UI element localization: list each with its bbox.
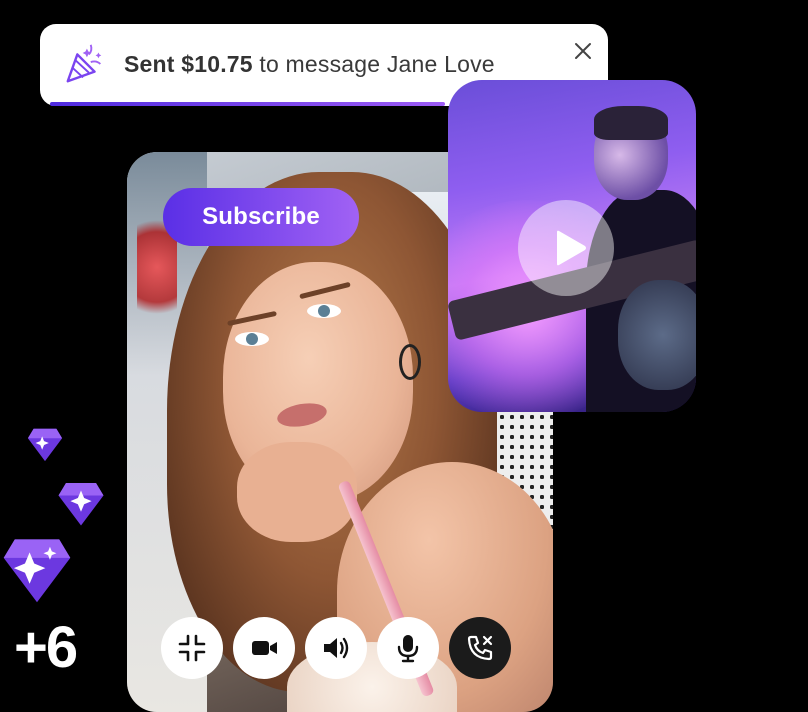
video-preview[interactable] [448, 80, 696, 412]
minimize-button[interactable] [161, 617, 223, 679]
play-button[interactable] [518, 200, 614, 296]
photo-hand [237, 442, 357, 542]
subscribe-button[interactable]: Subscribe [163, 188, 359, 246]
notification-amount: Sent $10.75 [124, 51, 253, 77]
phone-hangup-icon [467, 635, 493, 661]
play-icon [557, 230, 586, 266]
minimize-icon [178, 634, 206, 662]
gem-icon [27, 428, 63, 462]
end-call-button[interactable] [449, 617, 511, 679]
microphone-button[interactable] [377, 617, 439, 679]
notification-progress-fill [50, 102, 445, 106]
notification-message: Sent $10.75 to message Jane Love [124, 51, 495, 78]
photo-eye-right [307, 304, 341, 318]
photo-eye-left [235, 332, 269, 346]
close-icon[interactable] [570, 38, 596, 64]
gift-count: +6 [14, 615, 78, 680]
gem-icon [3, 539, 71, 603]
gem-icon [58, 483, 104, 526]
call-controls [161, 617, 511, 681]
notification-text: to message Jane Love [252, 51, 495, 77]
party-popper-icon [66, 44, 102, 83]
speaker-icon [324, 637, 349, 659]
microphone-icon [397, 635, 419, 663]
video-performer-hair [594, 106, 668, 140]
photo-earring [399, 344, 421, 380]
video-button[interactable] [233, 617, 295, 679]
video-camera-icon [252, 641, 277, 655]
video-guitar-body [618, 280, 696, 390]
speaker-button[interactable] [305, 617, 367, 679]
